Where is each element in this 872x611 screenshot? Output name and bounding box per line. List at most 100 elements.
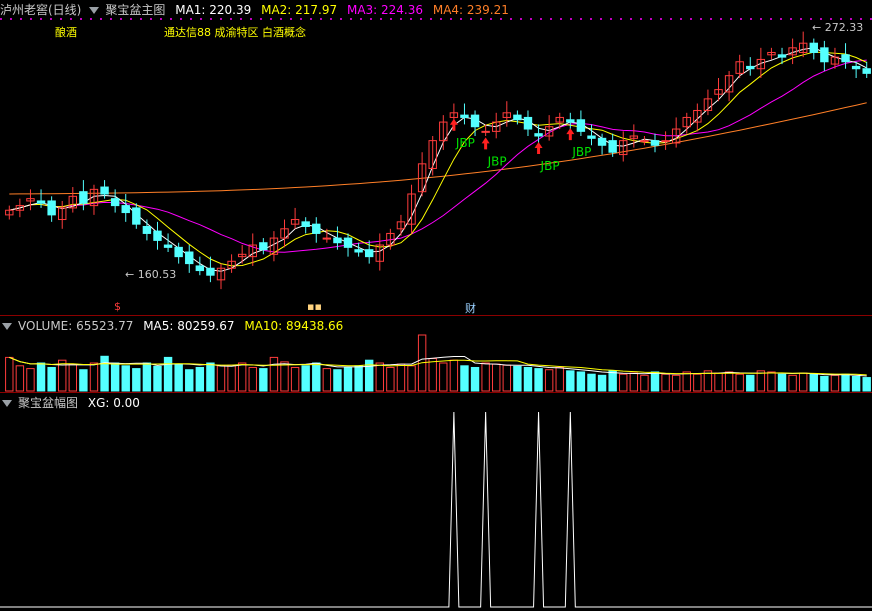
volume-bar <box>396 363 406 392</box>
volume-bar <box>132 368 141 392</box>
volume-bar <box>756 370 766 392</box>
volume-bar <box>767 371 776 392</box>
buy-arrow-icon <box>566 128 575 141</box>
volume-bar <box>619 373 628 392</box>
volume-bar <box>714 372 723 392</box>
candle-body <box>364 249 374 258</box>
volume-bar <box>820 375 829 392</box>
volume-bar <box>470 366 480 392</box>
kline-chart[interactable]: JBP JBP JBP JBP <box>0 0 872 611</box>
volume-bar <box>703 370 713 392</box>
volume-bar <box>354 365 363 392</box>
candle-body <box>851 65 861 70</box>
volume-bar <box>746 374 755 392</box>
volume-bar <box>343 366 353 392</box>
volume-bar <box>100 355 109 392</box>
volume-bar <box>809 373 818 392</box>
candle-body <box>746 65 755 70</box>
buy-arrow-icon <box>481 137 490 150</box>
volume-bar <box>121 365 130 392</box>
candle-body <box>47 200 56 216</box>
volume-bar <box>280 361 289 392</box>
volume-bar <box>798 372 808 392</box>
volume-bar <box>386 366 395 392</box>
candle-body <box>587 135 596 139</box>
jbp-signal-label: JBP <box>571 145 591 159</box>
candle-body <box>513 114 522 121</box>
volume-bar <box>830 374 840 392</box>
jbp-signal-label: JBP <box>487 154 507 168</box>
candle-body <box>142 225 152 234</box>
volume-bar <box>566 370 575 392</box>
volume-bar <box>439 362 448 392</box>
candle-body <box>36 200 46 204</box>
volume-bar <box>608 370 617 392</box>
volume-bar <box>163 356 173 392</box>
volume-bar <box>290 366 300 392</box>
jbp-signal-label: JBP <box>455 136 475 150</box>
volume-bar <box>312 362 321 392</box>
volume-bar <box>523 366 533 392</box>
volume-bar <box>576 371 586 392</box>
ma2-line <box>9 51 867 267</box>
volume-bar <box>629 372 639 392</box>
volume-bar <box>407 365 416 392</box>
candle-body <box>163 244 173 248</box>
candle-body <box>777 54 787 58</box>
buy-arrow-icon <box>534 142 543 154</box>
candle-body <box>820 47 829 63</box>
candle-body <box>132 207 141 225</box>
volume-bar <box>375 362 384 392</box>
volume-bar <box>555 366 564 392</box>
volume-bar <box>89 362 99 392</box>
volume-bar <box>492 363 501 392</box>
volume-bar <box>693 373 702 392</box>
volume-bar <box>36 362 46 392</box>
candle-body <box>481 130 490 133</box>
volume-bar <box>185 369 194 392</box>
candle-body <box>333 237 342 244</box>
volume-bar <box>206 362 215 392</box>
volume-bar <box>502 364 512 392</box>
candle-body <box>576 119 586 132</box>
candle-body <box>534 133 543 137</box>
volume-bar <box>322 368 332 392</box>
volume-bar <box>153 365 162 392</box>
candle-body <box>100 186 109 195</box>
candle-body <box>79 191 88 204</box>
volume-bar <box>5 356 14 392</box>
volume-bar <box>68 363 78 392</box>
volume-bar <box>301 365 310 392</box>
candle-body <box>640 140 649 143</box>
candle-body <box>661 140 670 143</box>
volume-bar <box>862 377 871 392</box>
jbp-signal-label: JBP <box>540 159 560 173</box>
volume-bar <box>259 368 268 392</box>
volume-bar <box>650 371 660 392</box>
volume-bar <box>237 362 247 392</box>
volume-bar <box>735 373 744 392</box>
volume-bar <box>227 364 236 392</box>
candle-body <box>174 246 183 258</box>
volume-bar <box>640 374 649 392</box>
candle-body <box>343 237 353 248</box>
volume-bar <box>671 374 681 392</box>
volume-bar <box>26 368 35 392</box>
volume-bar <box>682 371 691 392</box>
candle-body <box>354 249 363 253</box>
volume-bar <box>174 363 183 392</box>
volume-bar <box>15 365 25 392</box>
candle-body <box>259 242 268 251</box>
candle-body <box>110 198 120 207</box>
candle-body <box>206 267 215 276</box>
volume-bar <box>460 365 469 392</box>
volume-bar <box>248 366 257 392</box>
volume-bar <box>269 356 279 392</box>
candle-body <box>650 140 660 146</box>
volume-bar <box>597 374 607 392</box>
volume-bar <box>79 369 88 392</box>
xg-signal-line <box>0 411 872 608</box>
candle-body <box>566 119 575 123</box>
volume-bar <box>788 374 797 392</box>
candle-body <box>185 251 194 265</box>
